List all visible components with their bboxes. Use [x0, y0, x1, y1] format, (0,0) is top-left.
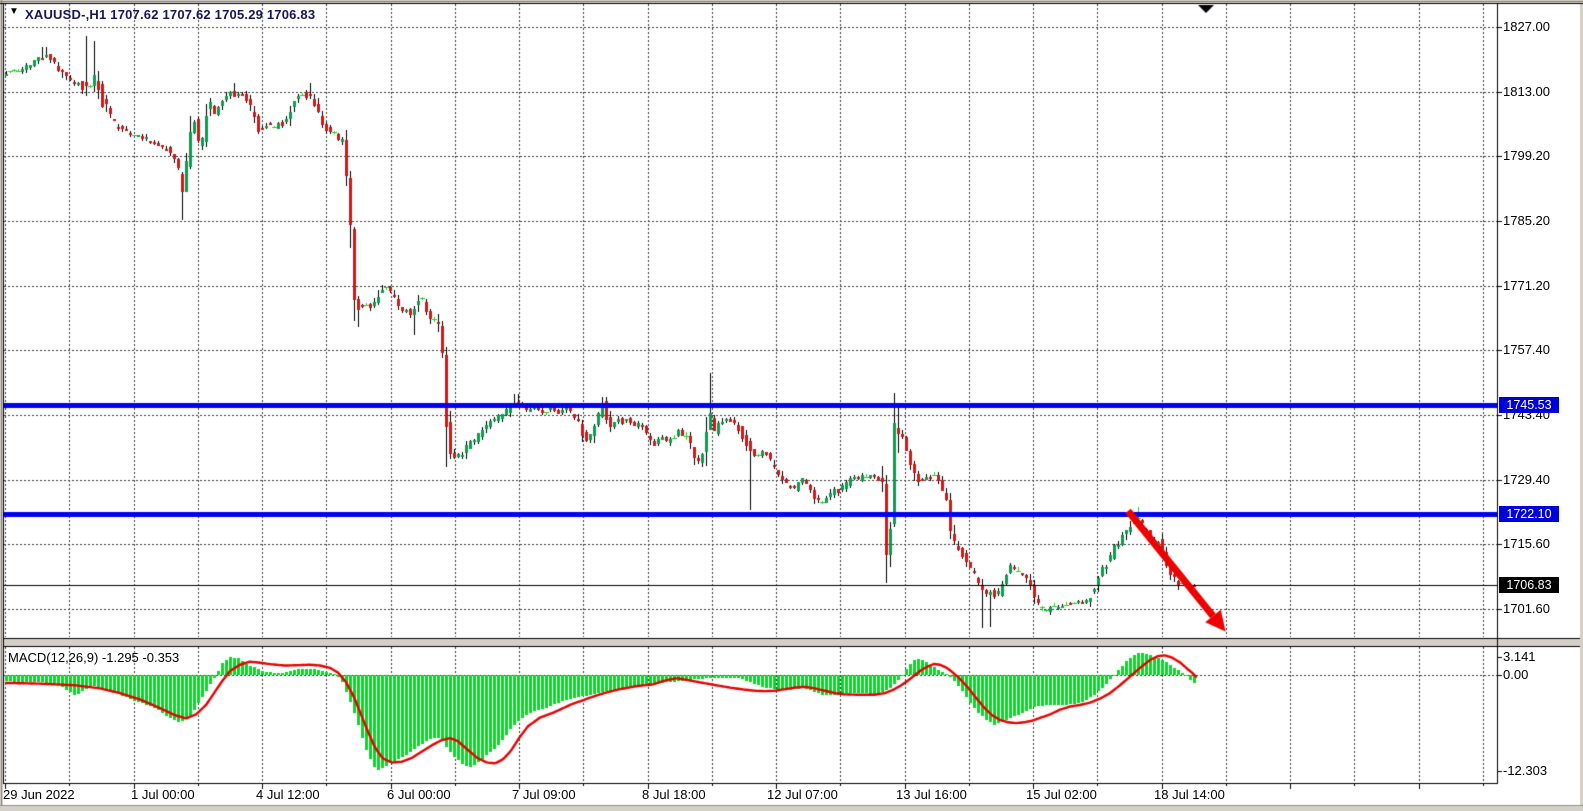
price-axis-label: 1785.20: [1503, 213, 1550, 229]
price-axis-label: 1729.40: [1503, 472, 1550, 488]
macd-indicator-label: MACD(12,26,9) -1.295 -0.353: [8, 650, 179, 665]
time-axis-label: 4 Jul 12:00: [256, 787, 320, 803]
price-badge: 1706.83: [1499, 577, 1559, 593]
macd-scale-label: 0.00: [1503, 667, 1528, 683]
time-axis-label: 7 Jul 09:00: [512, 787, 576, 803]
price-axis-label: 1715.60: [1503, 536, 1550, 552]
time-axis-label: 8 Jul 18:00: [642, 787, 706, 803]
time-axis-label: 12 Jul 07:00: [767, 787, 838, 803]
time-axis-label: 15 Jul 02:00: [1026, 787, 1097, 803]
time-axis-label: 1 Jul 00:00: [131, 787, 195, 803]
chart-title: XAUUSD-,H1 1707.62 1707.62 1705.29 1706.…: [25, 7, 315, 22]
time-axis-label: 13 Jul 16:00: [896, 787, 967, 803]
price-badge: 1722.10: [1499, 506, 1559, 522]
price-axis-label: 1771.20: [1503, 278, 1550, 294]
price-badge: 1745.53: [1499, 397, 1559, 413]
time-axis-label: 6 Jul 00:00: [387, 787, 451, 803]
chart-window-frame: ▼ XAUUSD-,H1 1707.62 1707.62 1705.29 170…: [0, 0, 1583, 811]
price-axis-label: 1813.00: [1503, 84, 1550, 100]
price-axis-label: 1799.20: [1503, 148, 1550, 164]
price-axis-label: 1827.00: [1503, 19, 1550, 35]
time-axis-label: 29 Jun 2022: [3, 787, 75, 803]
macd-scale-label: 3.141: [1503, 649, 1536, 665]
price-axis-label: 1757.40: [1503, 342, 1550, 358]
macd-scale-label: -12.303: [1503, 763, 1547, 779]
symbol-dropdown-icon[interactable]: ▼: [9, 6, 19, 17]
time-axis-label: 18 Jul 14:00: [1154, 787, 1225, 803]
price-axis-label: 1701.60: [1503, 601, 1550, 617]
price-chart-canvas[interactable]: [0, 0, 1583, 811]
